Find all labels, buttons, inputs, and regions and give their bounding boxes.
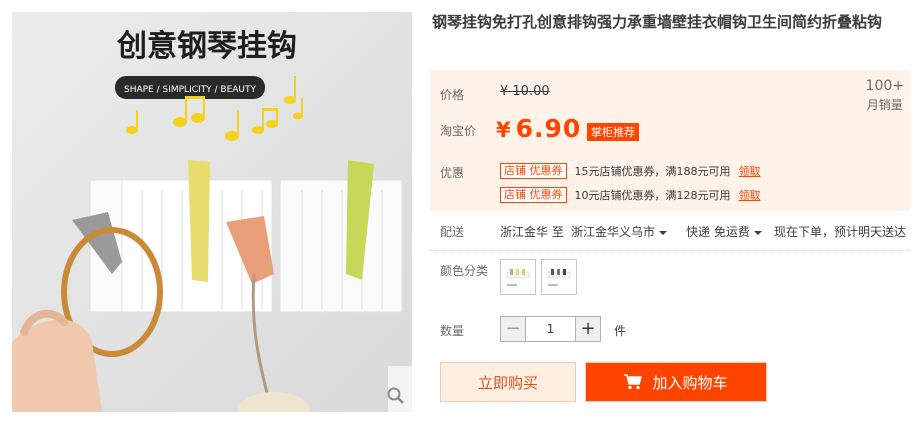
product-detail-panel: 钢琴挂钩免打孔创意排钩强力承重墙壁挂衣帽钩卫生间简约折叠粘钩 价格 ¥ 10.0… bbox=[430, 0, 914, 427]
sales-count: 100+ bbox=[865, 78, 904, 94]
recommend-badge: 掌柜推荐 bbox=[587, 123, 639, 141]
shipping-label: 配送 bbox=[440, 225, 465, 239]
decrease-button[interactable]: − bbox=[500, 316, 526, 342]
divider bbox=[430, 250, 910, 251]
delivery-eta: 现在下单，预计明天送达 bbox=[774, 225, 907, 239]
ship-to-text: 浙江金华义乌市 bbox=[571, 225, 656, 239]
quantity-stepper: − + bbox=[500, 316, 601, 342]
sales-label: 月销量 bbox=[866, 98, 903, 112]
product-title: 钢琴挂钩免打孔创意排钩强力承重墙壁挂衣帽钩卫生间简约折叠粘钩 bbox=[432, 13, 883, 31]
buy-now-button[interactable]: 立即购买 bbox=[440, 362, 576, 402]
product-photo: 创意钢琴挂钩 SHAPE / SIMPLICITY / BEAUTY bbox=[12, 12, 412, 412]
add-to-cart-button[interactable]: 加入购物车 bbox=[585, 362, 767, 402]
image-tagline: SHAPE / SIMPLICITY / BEAUTY bbox=[124, 85, 257, 95]
cart-icon bbox=[624, 374, 643, 390]
color-swatch[interactable] bbox=[500, 259, 536, 295]
image-headline: 创意钢琴挂钩 bbox=[116, 29, 297, 64]
coupon-text: 10元店铺优惠券，满128元可用 bbox=[574, 189, 731, 202]
promo-price-value: 6.90 bbox=[515, 114, 582, 143]
coupon-text: 15元店铺优惠券，满188元可用 bbox=[574, 165, 731, 178]
chevron-down-icon bbox=[659, 230, 668, 235]
quantity-unit: 件 bbox=[614, 324, 627, 338]
currency-symbol: ¥ bbox=[496, 118, 512, 142]
promo-price-label: 淘宝价 bbox=[440, 124, 477, 138]
add-to-cart-label: 加入购物车 bbox=[652, 373, 728, 392]
product-main-image[interactable]: 创意钢琴挂钩 SHAPE / SIMPLICITY / BEAUTY bbox=[12, 12, 412, 412]
monthly-sales: 100+ 月销量 bbox=[866, 78, 904, 113]
swatch-thumbnail bbox=[547, 269, 571, 286]
coupon-item: 店铺 优惠券 10元店铺优惠券，满128元可用 领取 bbox=[500, 186, 761, 204]
swatch-thumbnail bbox=[506, 269, 530, 286]
zoom-icon[interactable] bbox=[386, 386, 406, 406]
shipping-row: 配送 浙江金华 至 浙江金华义乌市 快递 免运费 现在下单，预计明天送达 bbox=[430, 221, 910, 243]
buy-now-label: 立即购买 bbox=[477, 373, 538, 392]
claim-coupon-link[interactable]: 领取 bbox=[739, 187, 761, 203]
coupon-item: 店铺 优惠券 15元店铺优惠券，满188元可用 领取 bbox=[500, 162, 761, 180]
ship-from: 浙江金华 至 bbox=[500, 225, 564, 239]
ship-to-selector[interactable]: 浙江金华义乌市 bbox=[571, 223, 668, 240]
coupon-tag: 店铺 优惠券 bbox=[500, 163, 567, 179]
coupon-area: 优惠 店铺 优惠券 15元店铺优惠券，满188元可用 领取 店铺 优惠券 10元… bbox=[430, 156, 910, 211]
increase-button[interactable]: + bbox=[575, 316, 601, 342]
claim-coupon-link[interactable]: 领取 bbox=[739, 163, 761, 179]
promo-price: ¥6.90 bbox=[496, 114, 581, 143]
coupon-label: 优惠 bbox=[440, 166, 465, 180]
color-label: 颜色分类 bbox=[440, 264, 489, 278]
chevron-down-icon bbox=[753, 230, 762, 235]
express-selector[interactable]: 快递 免运费 bbox=[686, 223, 762, 240]
express-text: 快递 免运费 bbox=[686, 225, 750, 239]
original-price: ¥ 10.00 bbox=[500, 84, 550, 99]
quantity-label: 数量 bbox=[440, 324, 465, 338]
price-box: 价格 ¥ 10.00 淘宝价 ¥6.90 掌柜推荐 100+ 月销量 bbox=[430, 70, 910, 156]
coupon-tag: 店铺 优惠券 bbox=[500, 187, 567, 203]
quantity-input[interactable] bbox=[526, 316, 575, 342]
color-swatch[interactable] bbox=[541, 259, 577, 295]
original-price-label: 价格 bbox=[440, 88, 465, 102]
